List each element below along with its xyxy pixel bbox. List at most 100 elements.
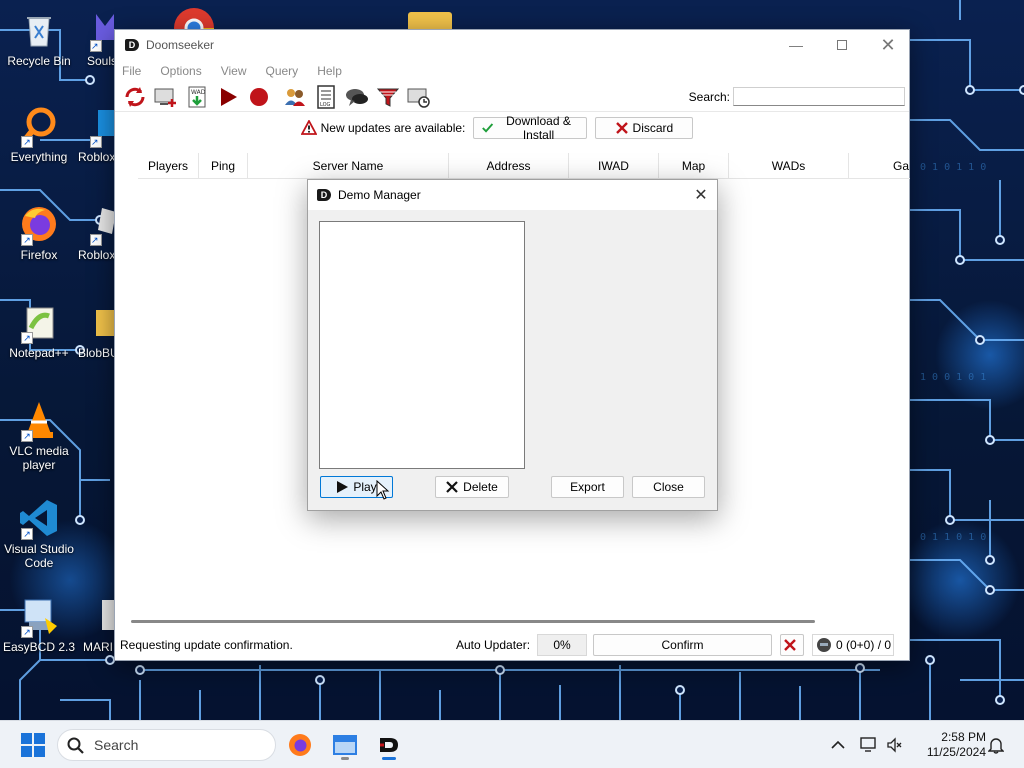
column-gametype[interactable]: Ga xyxy=(849,153,909,179)
wad-download-button[interactable]: WAD xyxy=(181,83,212,111)
network-tray[interactable] xyxy=(860,721,878,768)
discard-button[interactable]: Discard xyxy=(595,117,694,139)
close-icon: ✕ xyxy=(880,34,896,55)
desktop-icon-roblox[interactable]: ↗ Roblox xyxy=(78,106,118,164)
desktop-icon-label: VLC media player xyxy=(9,444,69,472)
play-icon xyxy=(337,481,349,493)
update-progress: 0% xyxy=(537,634,587,656)
clock-date: 11/25/2024 xyxy=(926,745,986,759)
buddies-button[interactable] xyxy=(279,83,310,111)
delete-demo-button[interactable]: Delete xyxy=(435,476,509,498)
desktop-icon-chrome[interactable] xyxy=(172,6,216,30)
desktop-icon-blobbu[interactable]: BlobBU xyxy=(78,302,119,360)
column-map[interactable]: Map xyxy=(659,153,729,179)
menu-options[interactable]: Options xyxy=(160,64,201,78)
desktop-icon-label: Recycle Bin xyxy=(7,54,71,68)
search-input[interactable] xyxy=(733,87,905,106)
column-server-name[interactable]: Server Name xyxy=(248,153,449,179)
window-title: Doomseeker xyxy=(146,38,215,52)
dialog-close-button[interactable]: ✕ xyxy=(687,181,715,209)
column-players[interactable]: Players xyxy=(138,153,199,179)
volume-tray[interactable] xyxy=(886,721,904,768)
start-button[interactable] xyxy=(21,733,45,757)
minimize-icon: — xyxy=(789,37,803,53)
desktop-icon-firefox[interactable]: ↗ Firefox xyxy=(1,204,77,262)
demo-play-button[interactable] xyxy=(212,83,243,111)
close-icon: ✕ xyxy=(694,187,708,204)
toolbar: WAD LOG Search: xyxy=(115,82,909,112)
desktop-icon-recycle-bin[interactable]: Recycle Bin xyxy=(1,10,77,68)
desktop-icon-label: Notepad++ xyxy=(9,346,69,360)
x-icon xyxy=(446,481,458,493)
desktop-icon-notepadpp[interactable]: ↗ Notepad++ xyxy=(1,302,77,360)
irc-button[interactable] xyxy=(341,83,372,111)
demo-list[interactable] xyxy=(319,221,525,469)
doomseeker-logo-icon: D xyxy=(317,189,331,201)
desktop-icon-label: EasyBCD 2.3 xyxy=(2,640,76,654)
maximize-icon xyxy=(837,40,847,50)
server-log-button[interactable]: LOG xyxy=(310,83,341,111)
server-list-header: Players Ping Server Name Address IWAD Ma… xyxy=(138,153,910,179)
desktop-icon-label: Firefox xyxy=(20,248,58,262)
menu-view[interactable]: View xyxy=(221,64,247,78)
desktop-icon-roblox-2[interactable]: ↗ Roblox xyxy=(78,204,118,262)
rcon-button[interactable] xyxy=(403,83,434,111)
taskbar-search[interactable]: Search xyxy=(57,729,276,761)
menu-bar: File Options View Query Help xyxy=(115,60,909,82)
app-window-icon xyxy=(333,735,357,755)
taskbar-firefox[interactable] xyxy=(284,729,316,761)
desktop-icon-vlc[interactable]: ↗ VLC media player xyxy=(1,400,77,472)
check-icon xyxy=(482,123,494,133)
filter-button[interactable] xyxy=(372,83,403,111)
download-install-button[interactable]: Download & Install xyxy=(473,114,588,142)
column-address[interactable]: Address xyxy=(449,153,569,179)
firefox-icon xyxy=(289,734,311,756)
column-iwad[interactable]: IWAD xyxy=(569,153,659,179)
close-dialog-button[interactable]: Close xyxy=(632,476,705,498)
status-bar: Requesting update confirmation. Auto Upd… xyxy=(115,630,909,660)
minimize-button[interactable]: — xyxy=(773,30,819,60)
record-button[interactable] xyxy=(243,83,274,111)
doomseeker-logo-icon xyxy=(380,738,398,752)
desktop-icon-label: Roblox xyxy=(78,248,116,262)
taskbar-search-placeholder: Search xyxy=(94,737,139,753)
taskbar-doomseeker[interactable] xyxy=(373,729,405,761)
horizontal-scrollbar[interactable] xyxy=(131,620,815,623)
notepad-plus-plus-icon: ↗ xyxy=(19,302,59,344)
column-wads[interactable]: WADs xyxy=(729,153,849,179)
confirm-button[interactable]: Confirm xyxy=(593,634,772,656)
svg-text:1 0 0 1 0 1: 1 0 0 1 0 1 xyxy=(920,372,986,383)
chevron-up-icon xyxy=(831,740,845,749)
update-message: New updates are available: xyxy=(320,121,466,135)
svg-text:LOG: LOG xyxy=(320,102,331,108)
dialog-title-bar: D Demo Manager xyxy=(308,180,717,210)
desktop-icon-mari[interactable]: MARI xyxy=(78,596,118,654)
menu-file[interactable]: File xyxy=(122,64,141,78)
taskbar-app-blue[interactable] xyxy=(329,729,361,761)
everything-icon: ↗ xyxy=(19,106,59,148)
show-hidden-icons[interactable] xyxy=(831,721,845,768)
column-ping[interactable]: Ping xyxy=(199,153,248,179)
clock[interactable]: 2:58 PM 11/25/2024 xyxy=(914,730,986,760)
desktop-folder-icon[interactable] xyxy=(408,12,452,30)
desktop-icon-label: MARI xyxy=(83,640,113,654)
create-game-button[interactable] xyxy=(150,83,181,111)
demo-manager-dialog: D Demo Manager ✕ Play Delete Export Clos… xyxy=(307,179,718,511)
abort-update-button[interactable] xyxy=(780,634,804,656)
close-window-button[interactable]: ✕ xyxy=(865,30,911,60)
desktop-icon-everything[interactable]: ↗ Everything xyxy=(1,106,77,164)
desktop-icon-vscode[interactable]: ↗ Visual Studio Code xyxy=(1,498,77,570)
desktop-icon-label: BlobBU xyxy=(78,346,119,360)
record-icon xyxy=(249,87,268,106)
network-icon xyxy=(860,737,876,752)
menu-help[interactable]: Help xyxy=(317,64,342,78)
warning-icon xyxy=(300,120,317,135)
maximize-button[interactable] xyxy=(819,30,865,60)
desktop-icon-souls[interactable]: ↗ Souls xyxy=(78,10,118,68)
menu-query[interactable]: Query xyxy=(266,64,299,78)
refresh-button[interactable] xyxy=(119,83,150,111)
desktop-icon-easybcd[interactable]: ↗ EasyBCD 2.3 xyxy=(1,596,77,654)
export-demo-button[interactable]: Export xyxy=(551,476,624,498)
notifications-button[interactable] xyxy=(988,721,1004,768)
dialog-title: Demo Manager xyxy=(338,188,421,202)
